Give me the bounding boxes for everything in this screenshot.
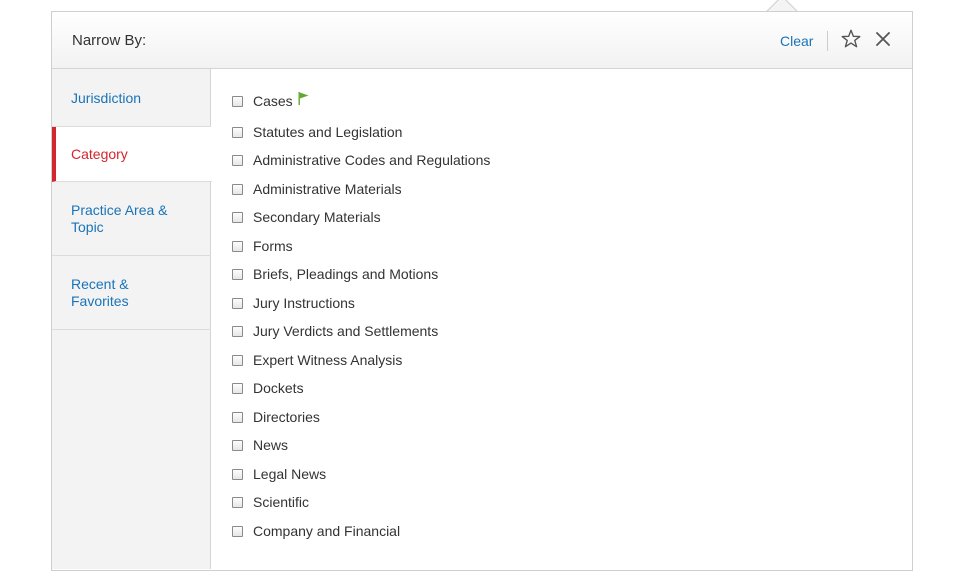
option-label: Jury Instructions [253,295,355,311]
sidebar-item-practice-area-topic[interactable]: Practice Area & Topic [52,182,211,256]
option-administrative-materials[interactable]: Administrative Materials [232,180,402,198]
checkbox[interactable] [232,525,243,537]
popover-caret [766,0,798,11]
sidebar-item-jurisdiction[interactable]: Jurisdiction [52,69,211,127]
checkbox[interactable] [232,496,243,508]
sidebar-item-category[interactable]: Category [52,127,212,182]
panel-title: Narrow By: [72,32,147,49]
close-icon[interactable] [875,31,891,47]
clear-link[interactable]: Clear [780,33,813,49]
option-briefs-pleadings-motions[interactable]: Briefs, Pleadings and Motions [232,265,438,283]
option-label: Forms [253,238,293,254]
checkbox[interactable] [232,240,243,252]
sidebar-item-label: Practice Area & Topic [71,202,168,235]
option-label: Secondary Materials [253,209,381,225]
checkbox[interactable] [232,126,243,138]
header-divider [827,31,828,51]
category-options: Cases Statutes and Legislation Administr… [211,69,912,569]
checkbox[interactable] [232,468,243,480]
option-company-financial[interactable]: Company and Financial [232,522,400,540]
option-administrative-codes[interactable]: Administrative Codes and Regulations [232,151,490,169]
option-label: Expert Witness Analysis [253,352,403,368]
option-legal-news[interactable]: Legal News [232,465,326,483]
checkbox[interactable] [232,439,243,451]
option-label: News [253,437,289,453]
checkbox[interactable] [232,382,243,394]
panel-header: Narrow By: Clear [52,12,912,69]
checkbox[interactable] [232,411,243,423]
option-directories[interactable]: Directories [232,408,320,426]
option-label: Cases [253,93,293,109]
option-jury-verdicts-settlements[interactable]: Jury Verdicts and Settlements [232,322,438,340]
option-forms[interactable]: Forms [232,237,293,255]
option-news[interactable]: News [232,436,288,454]
option-label: Statutes and Legislation [253,124,403,140]
flag-icon [298,91,309,105]
checkbox[interactable] [232,95,243,107]
sidebar-item-label: Jurisdiction [71,90,142,106]
sidebar-item-recent-favorites[interactable]: Recent & Favorites [52,256,211,330]
checkbox[interactable] [232,154,243,166]
checkbox[interactable] [232,183,243,195]
option-label: Company and Financial [253,523,401,539]
sidebar-item-label: Category [71,146,128,162]
sidebar: Jurisdiction Category Practice Area & To… [52,69,212,569]
star-outline-icon[interactable] [840,28,862,50]
option-jury-instructions[interactable]: Jury Instructions [232,294,355,312]
option-label: Legal News [253,466,327,482]
checkbox[interactable] [232,268,243,280]
option-label: Directories [253,409,320,425]
option-label: Administrative Codes and Regulations [253,152,491,168]
checkbox[interactable] [232,354,243,366]
checkbox[interactable] [232,211,243,223]
option-label: Briefs, Pleadings and Motions [253,266,439,282]
option-scientific[interactable]: Scientific [232,493,309,511]
option-label: Administrative Materials [253,181,402,197]
option-label: Jury Verdicts and Settlements [253,323,439,339]
option-cases[interactable]: Cases [232,91,309,110]
option-statutes-legislation[interactable]: Statutes and Legislation [232,123,402,141]
option-secondary-materials[interactable]: Secondary Materials [232,208,381,226]
option-label: Dockets [253,380,304,396]
checkbox[interactable] [232,325,243,337]
option-dockets[interactable]: Dockets [232,379,304,397]
sidebar-item-label: Recent & Favorites [71,276,129,309]
option-label: Scientific [253,494,310,510]
option-expert-witness-analysis[interactable]: Expert Witness Analysis [232,351,402,369]
checkbox[interactable] [232,297,243,309]
narrow-by-panel: Narrow By: Clear Jurisdiction Category P… [51,11,913,571]
